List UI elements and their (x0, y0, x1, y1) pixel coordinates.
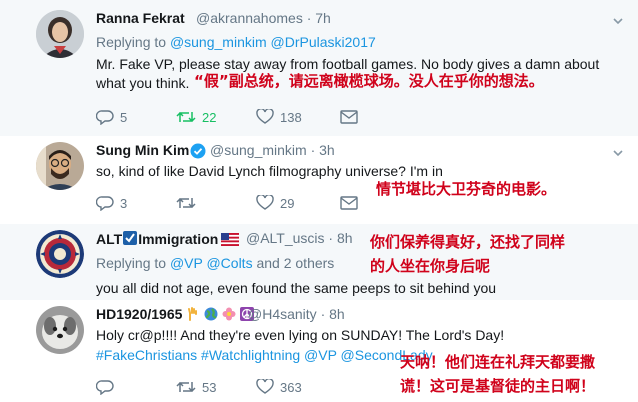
direct-message-button[interactable] (340, 194, 358, 212)
like-button[interactable]: 29 (256, 194, 294, 212)
replying-to-others[interactable]: and 2 others (256, 255, 334, 271)
globe-emoji-icon (204, 307, 218, 324)
tweet-hd1920[interactable]: HD1920/1965 @H4sanity · 8h Holy cr@p!!!!… (0, 300, 638, 402)
reply-count: 5 (120, 109, 128, 125)
tweet-alt-immigration[interactable]: ALT Immigration @ALT_uscis · 8h Replying … (0, 224, 638, 300)
tweet-ranna-fekrat[interactable]: Ranna Fekrat @akrannahomes · 7h Replying… (0, 0, 638, 136)
avatar[interactable] (36, 306, 84, 354)
tweet-actions: 5 22 138 (96, 108, 616, 126)
reply-button[interactable] (96, 378, 120, 396)
like-icon (256, 109, 274, 124)
retweet-button[interactable]: 22 (176, 108, 216, 126)
author-name[interactable]: HD1920/1965 (96, 306, 182, 322)
chinese-translation: 天呐！他们连在礼拜天都要撒 谎！这可是基督徒的主日啊！ (400, 350, 595, 398)
chevron-down-icon[interactable] (612, 146, 624, 158)
like-count: 29 (280, 195, 295, 211)
retweet-icon (176, 197, 196, 209)
verified-icon (190, 143, 206, 164)
retweet-button[interactable] (176, 194, 202, 212)
tweet-sung-min-kim[interactable]: Sung Min Kim @sung_minkim · 3h so, kind … (0, 136, 638, 224)
chinese-translation: 你们保养得真好，还找了同样 的人坐在你身后呢 (370, 230, 565, 278)
avatar[interactable] (36, 10, 84, 58)
reply-icon (96, 110, 114, 125)
tweet-actions: 53 363 (96, 378, 396, 396)
chevron-down-icon[interactable] (612, 14, 624, 26)
avatar[interactable] (36, 230, 84, 278)
author-handle[interactable]: @H4sanity (248, 306, 317, 322)
flower-emoji-icon (222, 307, 236, 324)
like-icon (256, 195, 274, 210)
chinese-translation: “假”副总统，请远离橄榄球场。没人在乎你的想法。 (194, 72, 544, 90)
author-name[interactable]: Ranna Fekrat (96, 10, 185, 26)
reply-count: 3 (120, 195, 128, 211)
reply-icon (96, 380, 114, 395)
shield-icon (122, 230, 138, 249)
retweet-button[interactable]: 53 (176, 378, 216, 396)
author-name-prefix[interactable]: ALT (96, 231, 122, 247)
hand-emoji-icon (186, 307, 200, 324)
like-button[interactable]: 363 (256, 378, 302, 396)
author-handle[interactable]: @ALT_uscis (246, 230, 325, 246)
tweet-text: you all did not age, even found the same… (96, 280, 497, 296)
chinese-translation-line-1: 你们保养得真好，还找了同样 (370, 233, 566, 251)
mail-icon (340, 110, 358, 124)
avatar[interactable] (36, 142, 84, 190)
tweet-time[interactable]: · 7h (307, 10, 331, 26)
reply-icon (96, 196, 114, 211)
like-icon (256, 379, 274, 394)
like-count: 138 (280, 109, 302, 125)
tweet-actions: 3 29 (96, 194, 616, 212)
tweet-text-line-2: what you think. (96, 75, 190, 91)
author-name[interactable]: Sung Min Kim (96, 142, 189, 158)
chinese-translation-line-2: 的人坐在你身后呢 (370, 257, 491, 275)
chinese-translation-line-1: 天呐！他们连在礼拜天都要撒 (400, 353, 596, 371)
author-handle[interactable]: @sung_minkim (210, 142, 307, 158)
like-count: 363 (280, 379, 302, 395)
author-name-suffix[interactable]: Immigration (138, 231, 218, 247)
tweet-time[interactable]: · 8h (328, 230, 352, 246)
tweet-hashtags[interactable]: #FakeChristians #Watchlightning @VP @Sec… (96, 346, 433, 365)
replying-to-links[interactable]: @sung_minkim @DrPulaski2017 (170, 34, 376, 50)
retweet-icon (176, 111, 196, 123)
tweet-text: Holy cr@p!!!! And they're even lying on … (96, 327, 505, 343)
retweet-count: 22 (202, 109, 217, 125)
like-button[interactable]: 138 (256, 108, 302, 126)
tweet-time[interactable]: · 8h (321, 306, 345, 322)
mail-icon (340, 196, 358, 210)
author-handle[interactable]: @akrannahomes (196, 10, 303, 26)
replying-to-label: Replying to (96, 34, 167, 50)
reply-button[interactable]: 5 (96, 108, 127, 126)
us-flag-icon (221, 233, 240, 249)
direct-message-button[interactable] (340, 108, 358, 126)
chinese-translation-line-2: 谎！这可是基督徒的主日啊！ (400, 377, 596, 395)
replying-to-label: Replying to (96, 255, 167, 271)
tweet-time[interactable]: · 3h (311, 142, 335, 158)
replying-to-links[interactable]: @VP @Colts (170, 255, 253, 271)
reply-button[interactable]: 3 (96, 194, 127, 212)
retweet-icon (176, 381, 196, 393)
retweet-count: 53 (202, 379, 217, 395)
